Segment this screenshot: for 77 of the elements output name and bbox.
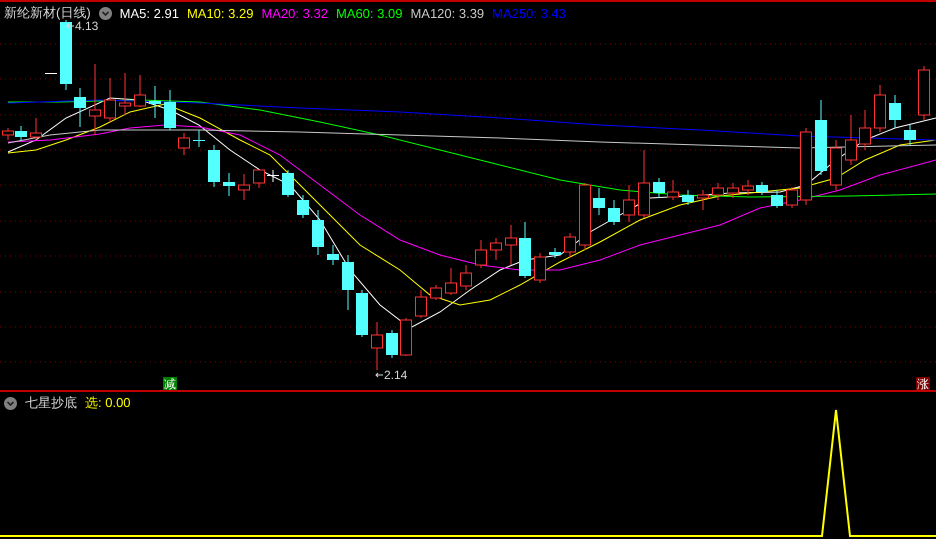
candlestick [593,188,605,216]
candlestick [134,74,146,108]
candlestick [89,64,101,136]
candlestick [45,72,57,74]
indicator-value: MA20: 3.32 [261,6,328,20]
arrow-icon [66,23,74,29]
candlestick [356,290,368,338]
candlestick [653,178,665,198]
candlestick [15,126,27,142]
candlestick [164,90,176,130]
candlestick [505,224,517,266]
candlestick [682,190,694,206]
candlestick [460,264,472,290]
candlestick [208,144,220,188]
candlestick [193,130,205,148]
candlestick [534,252,546,284]
signal-marker: 减 [163,377,177,391]
dropdown-icon[interactable] [98,6,112,20]
signal-marker: 涨 [916,377,930,391]
candlestick [697,190,709,210]
candlestick [74,88,86,128]
candlestick [727,182,739,198]
candlestick [371,322,383,370]
candlestick [400,318,412,356]
candlestick [918,66,930,120]
candlestick [667,180,679,200]
candlestick [742,180,754,196]
candlestick [253,170,265,188]
candlestick [549,248,561,258]
indicator-value: 选: 0.00 [85,394,131,412]
candlestick [104,78,116,122]
candlestick [312,210,324,256]
dropdown-icon[interactable] [4,396,17,410]
candlestick [904,124,916,146]
arrow-icon [375,372,383,378]
candlestick [327,244,339,266]
candlestick [771,190,783,208]
candlestick [119,72,131,116]
candlestick [475,240,487,268]
candlestick [297,194,309,218]
indicator-value: MA10: 3.29 [186,6,254,20]
candlestick [282,170,294,198]
candlestick [638,150,650,218]
candlestick [830,140,842,190]
candlestick [430,284,442,300]
chart-title: 新纶新材(日线) [4,4,91,22]
candlestick [712,182,724,200]
indicator-value: MA5: 2.91 [120,6,179,20]
candlestick [859,110,871,150]
candlestick [889,94,901,128]
candlestick [519,222,531,278]
indicator-value: MA250: 3.43 [492,6,566,20]
candlestick [445,268,457,296]
candlestick [415,290,427,318]
candlestick [149,86,161,118]
indicator-title: 七星抄底 [25,394,77,412]
candlestick [623,184,635,222]
candlestick [267,170,279,182]
candlestick [608,200,620,226]
candlestick [238,174,250,200]
candlestick [223,172,235,196]
candlestick [342,254,354,310]
candlestick [786,186,798,208]
candlestick [845,114,857,166]
candlestick [178,132,190,156]
candlestick [756,182,768,196]
high-price-label: 4.13 [75,19,98,33]
candlestick [874,84,886,132]
indicator-value: MA60: 3.09 [336,6,402,20]
candlestick [386,330,398,358]
candlestick [579,182,591,250]
candlestick [30,118,42,140]
indicator-value: MA120: 3.39 [410,6,484,20]
candlestick [564,232,576,258]
candlestick [490,238,502,260]
candlestick [60,20,72,90]
low-price-label: 2.14 [384,368,408,382]
